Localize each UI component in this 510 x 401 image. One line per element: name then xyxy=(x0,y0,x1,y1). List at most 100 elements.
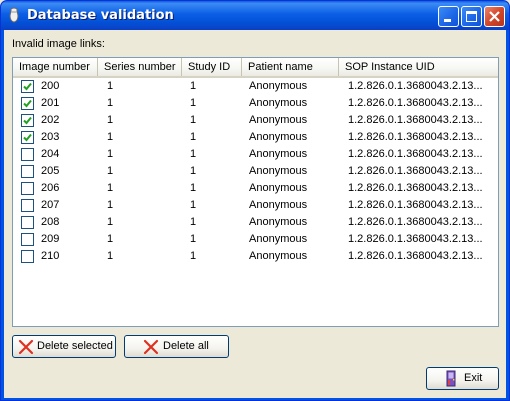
cell-series-number: 1 xyxy=(107,250,114,262)
minimize-icon xyxy=(444,19,451,22)
cell-study-id: 1 xyxy=(190,114,197,126)
cell-image-number: 208 xyxy=(41,216,60,228)
cell-image-number: 210 xyxy=(41,250,60,262)
cell-patient-name: Anonymous xyxy=(249,182,308,194)
table-row[interactable]: 202 1 1 Anonymous 1.2.826.0.1.3680043.2.13..… xyxy=(13,112,498,129)
cell-series-number: 1 xyxy=(107,148,114,160)
cell-series-number: 1 xyxy=(107,131,114,143)
cell-image-number: 205 xyxy=(41,165,60,177)
cell-series-number: 1 xyxy=(107,114,114,126)
table-row[interactable]: 205 1 1 Anonymous 1.2.826.0.1.3680043.2.13..… xyxy=(13,163,498,180)
cell-sop-instance-uid: 1.2.826.0.1.3680043.2.13... xyxy=(348,131,483,143)
row-checkbox[interactable] xyxy=(21,165,34,178)
cell-study-id: 1 xyxy=(190,182,197,194)
column-header-series-number[interactable]: Series number xyxy=(98,58,182,76)
column-header-image-number[interactable]: Image number xyxy=(13,58,98,76)
maximize-button[interactable] xyxy=(461,6,482,27)
table-row[interactable]: 209 1 1 Anonymous 1.2.826.0.1.3680043.2.13..… xyxy=(13,231,498,248)
row-checkbox[interactable] xyxy=(21,250,34,263)
cell-patient-name: Anonymous xyxy=(249,80,308,92)
cell-patient-name: Anonymous xyxy=(249,131,308,143)
row-checkbox[interactable] xyxy=(21,233,34,246)
row-checkbox[interactable] xyxy=(21,80,34,93)
cell-image-number: 202 xyxy=(41,114,60,126)
table-row[interactable]: 210 1 1 Anonymous 1.2.826.0.1.3680043.2.13..… xyxy=(13,248,498,265)
dialog-window: Database validation Invalid image links:… xyxy=(0,0,510,401)
invalid-links-table[interactable]: Image number Series number Study ID Pati… xyxy=(12,57,499,327)
cell-series-number: 1 xyxy=(107,216,114,228)
red-x-icon xyxy=(143,339,159,355)
cell-study-id: 1 xyxy=(190,131,197,143)
cell-series-number: 1 xyxy=(107,80,114,92)
window-title: Database validation xyxy=(27,8,174,23)
close-button[interactable] xyxy=(484,6,505,27)
table-row[interactable]: 203 1 1 Anonymous 1.2.826.0.1.3680043.2.13..… xyxy=(13,129,498,146)
table-row[interactable]: 204 1 1 Anonymous 1.2.826.0.1.3680043.2.13..… xyxy=(13,146,498,163)
cell-sop-instance-uid: 1.2.826.0.1.3680043.2.13... xyxy=(348,216,483,228)
cell-sop-instance-uid: 1.2.826.0.1.3680043.2.13... xyxy=(348,182,483,194)
exit-button[interactable]: Exit xyxy=(426,367,499,390)
title-bar[interactable]: Database validation xyxy=(1,1,509,30)
cell-series-number: 1 xyxy=(107,97,114,109)
table-header: Image number Series number Study ID Pati… xyxy=(13,58,498,78)
cell-series-number: 1 xyxy=(107,182,114,194)
row-checkbox[interactable] xyxy=(21,216,34,229)
row-checkbox[interactable] xyxy=(21,114,34,127)
cell-image-number: 201 xyxy=(41,97,60,109)
table-row[interactable]: 206 1 1 Anonymous 1.2.826.0.1.3680043.2.13..… xyxy=(13,180,498,197)
cell-study-id: 1 xyxy=(190,165,197,177)
cell-image-number: 203 xyxy=(41,131,60,143)
exit-label: Exit xyxy=(464,372,483,384)
cell-study-id: 1 xyxy=(190,148,197,160)
cell-patient-name: Anonymous xyxy=(249,114,308,126)
checkmark-icon xyxy=(23,82,32,91)
exit-door-icon xyxy=(446,370,456,387)
cell-patient-name: Anonymous xyxy=(249,165,308,177)
delete-all-button[interactable]: Delete all xyxy=(124,335,229,358)
cell-sop-instance-uid: 1.2.826.0.1.3680043.2.13... xyxy=(348,165,483,177)
cell-image-number: 207 xyxy=(41,199,60,211)
cell-image-number: 204 xyxy=(41,148,60,160)
column-header-patient-name[interactable]: Patient name xyxy=(242,58,339,76)
row-checkbox[interactable] xyxy=(21,131,34,144)
row-checkbox[interactable] xyxy=(21,182,34,195)
cell-study-id: 1 xyxy=(190,233,197,245)
cell-series-number: 1 xyxy=(107,199,114,211)
cell-study-id: 1 xyxy=(190,199,197,211)
table-row[interactable]: 200 1 1 Anonymous 1.2.826.0.1.3680043.2.13..… xyxy=(13,78,498,95)
app-icon xyxy=(7,7,21,24)
cell-series-number: 1 xyxy=(107,233,114,245)
table-row[interactable]: 207 1 1 Anonymous 1.2.826.0.1.3680043.2.13..… xyxy=(13,197,498,214)
minimize-button[interactable] xyxy=(438,6,459,27)
checkmark-icon xyxy=(23,133,32,142)
cell-study-id: 1 xyxy=(190,80,197,92)
cell-study-id: 1 xyxy=(190,216,197,228)
cell-patient-name: Anonymous xyxy=(249,233,308,245)
delete-selected-label: Delete selected xyxy=(37,340,113,352)
maximize-icon xyxy=(466,11,477,22)
row-checkbox[interactable] xyxy=(21,97,34,110)
checkmark-icon xyxy=(23,99,32,108)
cell-sop-instance-uid: 1.2.826.0.1.3680043.2.13... xyxy=(348,80,483,92)
red-x-icon xyxy=(18,339,34,355)
column-header-study-id[interactable]: Study ID xyxy=(182,58,242,76)
table-row[interactable]: 201 1 1 Anonymous 1.2.826.0.1.3680043.2.13..… xyxy=(13,95,498,112)
checkmark-icon xyxy=(23,116,32,125)
cell-sop-instance-uid: 1.2.826.0.1.3680043.2.13... xyxy=(348,97,483,109)
cell-sop-instance-uid: 1.2.826.0.1.3680043.2.13... xyxy=(348,148,483,160)
cell-study-id: 1 xyxy=(190,97,197,109)
table-row[interactable]: 208 1 1 Anonymous 1.2.826.0.1.3680043.2.13..… xyxy=(13,214,498,231)
cell-patient-name: Anonymous xyxy=(249,250,308,262)
dialog-body: Invalid image links: Image number Series… xyxy=(4,30,506,398)
delete-selected-button[interactable]: Delete selected xyxy=(12,335,116,358)
delete-all-label: Delete all xyxy=(163,340,209,352)
cell-image-number: 206 xyxy=(41,182,60,194)
cell-patient-name: Anonymous xyxy=(249,97,308,109)
close-icon xyxy=(489,11,500,22)
row-checkbox[interactable] xyxy=(21,148,34,161)
cell-study-id: 1 xyxy=(190,250,197,262)
column-header-sop-instance-uid[interactable]: SOP Instance UID xyxy=(339,58,498,76)
row-checkbox[interactable] xyxy=(21,199,34,212)
cell-patient-name: Anonymous xyxy=(249,148,308,160)
cell-sop-instance-uid: 1.2.826.0.1.3680043.2.13... xyxy=(348,233,483,245)
